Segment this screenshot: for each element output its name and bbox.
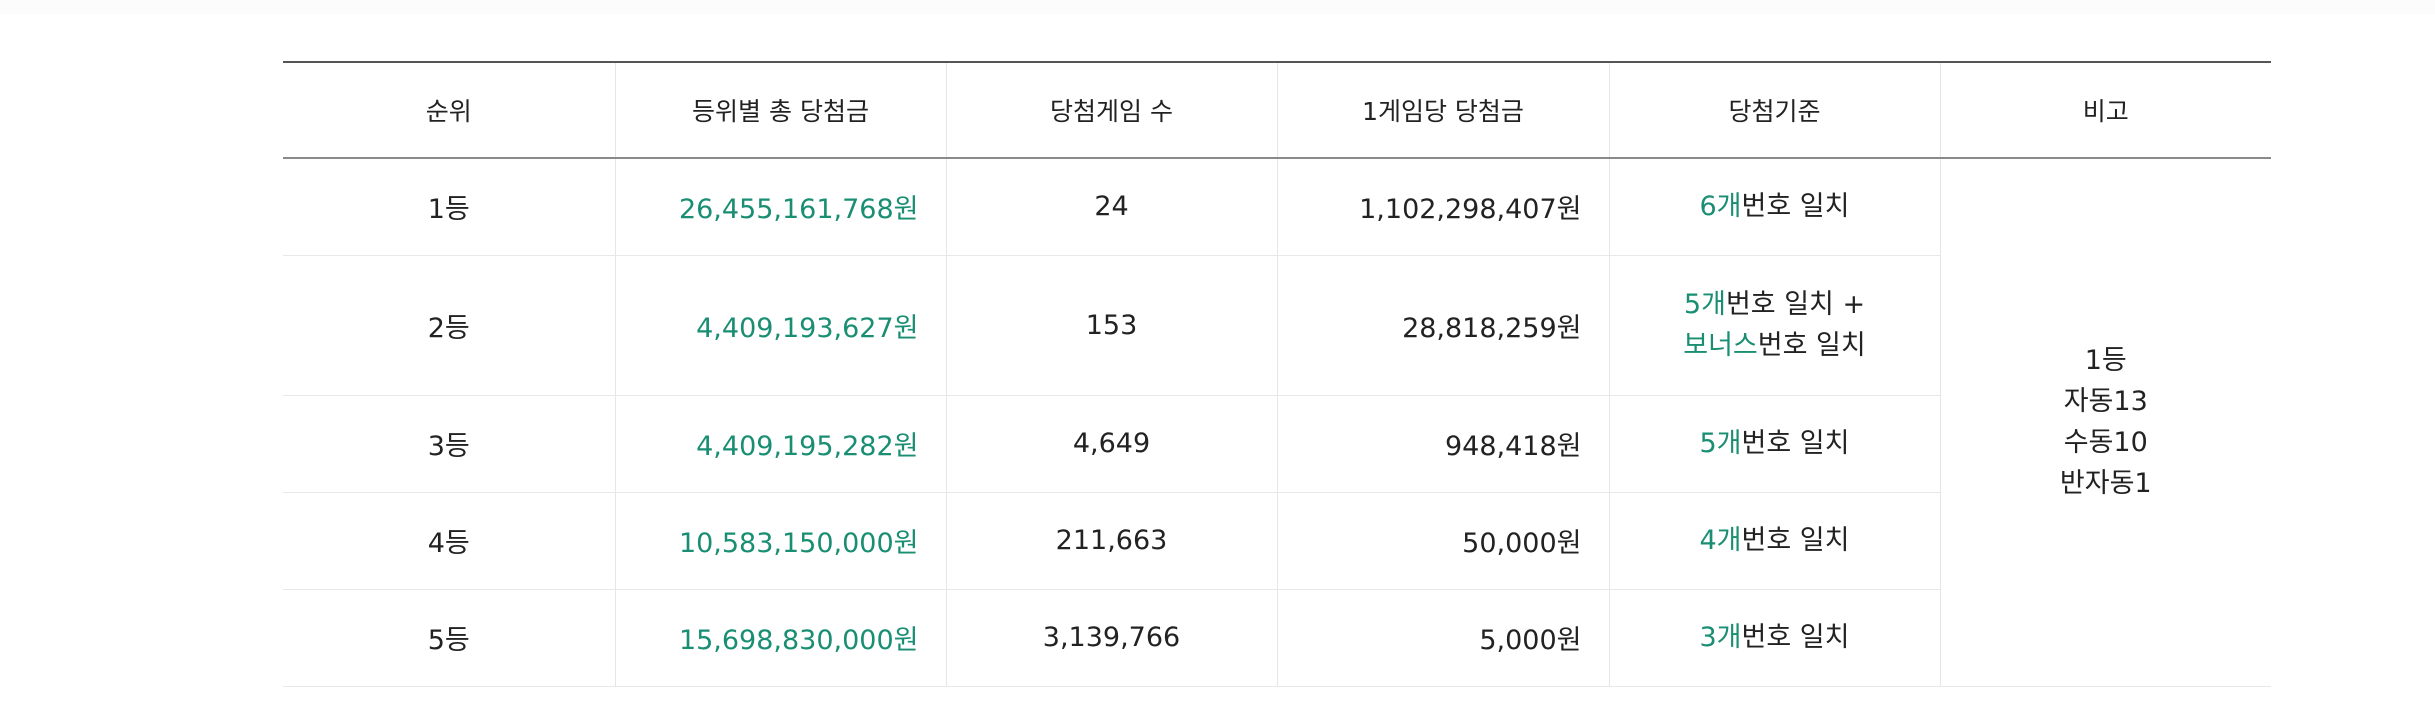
rank-cell: 3등: [283, 395, 615, 493]
header-prize-per-game: 1게임당 당첨금: [1276, 61, 1609, 159]
winner-count-cell: 3,139,766: [945, 589, 1277, 687]
criteria-cell: 4개번호 일치: [1608, 492, 1940, 590]
header-criteria: 당첨기준: [1608, 61, 1940, 159]
rank-cell: 2등: [283, 255, 615, 396]
total-prize-cell: 15,698,830,000원: [614, 589, 946, 687]
winner-count-cell: 4,649: [945, 395, 1277, 493]
criteria-line: 5개번호 일치 +: [1610, 284, 1940, 325]
prize-per-game-cell: 28,818,259원: [1276, 255, 1609, 396]
prize-per-game-cell: 1,102,298,407원: [1276, 158, 1609, 256]
criteria-highlight: 4개: [1699, 525, 1742, 556]
criteria-highlight: 3개: [1699, 622, 1742, 653]
criteria-line: 5개번호 일치: [1610, 423, 1940, 464]
note-line: 자동13: [2063, 386, 2148, 418]
header-rank: 순위: [283, 61, 615, 159]
prize-table-container: 순위 등위별 총 당첨금 당첨게임 수 1게임당 당첨금 당첨기준 비고 1등 …: [283, 61, 2271, 687]
header-winner-count: 당첨게임 수: [945, 61, 1277, 159]
note-line: 반자동1: [2059, 468, 2152, 500]
criteria-highlight: 보너스: [1683, 330, 1758, 361]
header-note: 비고: [1939, 61, 2271, 159]
criteria-highlight: 5개: [1683, 289, 1726, 320]
criteria-cell: 5개번호 일치: [1608, 395, 1940, 493]
total-prize-cell: 4,409,193,627원: [614, 255, 946, 396]
page-top-band: [0, 0, 2435, 14]
rank-cell: 5등: [283, 589, 615, 687]
winner-count-cell: 153: [945, 255, 1277, 396]
header-row: 순위 등위별 총 당첨금 당첨게임 수 1게임당 당첨금 당첨기준 비고: [283, 61, 2271, 159]
criteria-highlight: 6개: [1699, 191, 1742, 223]
criteria-line: 4개번호 일치: [1610, 520, 1940, 561]
criteria-cell: 3개번호 일치: [1608, 589, 1940, 687]
note-line: 수동10: [2063, 427, 2148, 459]
criteria-line: 3개번호 일치: [1610, 617, 1940, 658]
prize-table-header: 순위 등위별 총 당첨금 당첨게임 수 1게임당 당첨금 당첨기준 비고: [283, 61, 2271, 159]
criteria-line: 보너스번호 일치: [1610, 325, 1940, 366]
criteria-text: 번호 일치: [1741, 525, 1850, 556]
criteria-text: 번호 일치: [1757, 330, 1866, 361]
header-total-prize: 등위별 총 당첨금: [614, 61, 946, 159]
winner-count-cell: 24: [945, 158, 1277, 256]
winner-count-cell: 211,663: [945, 492, 1277, 590]
total-prize-cell: 4,409,195,282원: [614, 395, 946, 493]
note-cell: 1등 자동13 수동10 반자동1: [1939, 158, 2271, 687]
criteria-line: 6개번호 일치: [1610, 186, 1940, 227]
prize-per-game-cell: 5,000원: [1276, 589, 1609, 687]
criteria-cell: 6개번호 일치: [1608, 158, 1940, 256]
table-row: 1등 26,455,161,768원 24 1,102,298,407원 6개번…: [283, 158, 2271, 687]
criteria-text: 번호 일치: [1741, 428, 1850, 459]
note-line: 1등: [2084, 345, 2127, 377]
total-prize-cell: 10,583,150,000원: [614, 492, 946, 590]
criteria-cell: 5개번호 일치 + 보너스번호 일치: [1608, 255, 1940, 396]
criteria-text: 번호 일치: [1741, 191, 1850, 223]
criteria-text: 번호 일치: [1741, 622, 1850, 653]
rank-cell: 4등: [283, 492, 615, 590]
rank-cell: 1등: [283, 158, 615, 256]
prize-table-body: 1등 26,455,161,768원 24 1,102,298,407원 6개번…: [283, 158, 2271, 687]
total-prize-cell: 26,455,161,768원: [614, 158, 946, 256]
prize-per-game-cell: 948,418원: [1276, 395, 1609, 493]
prize-per-game-cell: 50,000원: [1276, 492, 1609, 590]
prize-table: 순위 등위별 총 당첨금 당첨게임 수 1게임당 당첨금 당첨기준 비고 1등 …: [283, 61, 2271, 687]
criteria-highlight: 5개: [1699, 428, 1742, 459]
criteria-text: 번호 일치 +: [1725, 289, 1866, 320]
